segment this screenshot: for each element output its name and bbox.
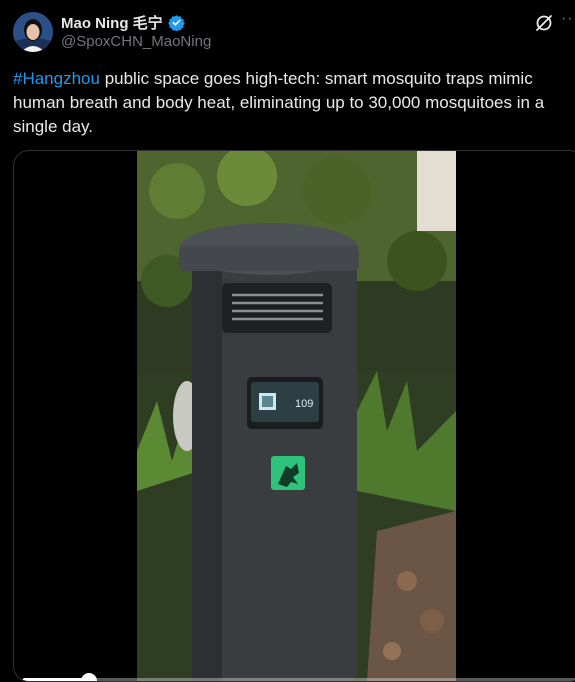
video-progress-fill — [22, 678, 90, 681]
author-name-row[interactable]: Mao Ning 毛宁 — [61, 12, 185, 33]
avatar[interactable] — [13, 12, 53, 52]
video-player[interactable]: 109 — [13, 150, 575, 682]
video-progress-bar[interactable] — [22, 673, 575, 681]
video-frame: 109 — [137, 151, 456, 681]
display-name[interactable]: Mao Ning 毛宁 — [61, 12, 163, 33]
video-progress-handle[interactable] — [81, 673, 98, 681]
more-options-button[interactable]: ··· — [561, 10, 575, 28]
author-handle[interactable]: @SpoxCHN_MaoNing — [61, 33, 211, 50]
person-avatar-icon — [13, 12, 53, 52]
hashtag-link[interactable]: #Hangzhou — [13, 69, 100, 88]
grok-icon — [536, 15, 552, 31]
grok-button[interactable] — [533, 12, 555, 34]
verified-badge-icon — [167, 15, 185, 31]
svg-text:109: 109 — [295, 398, 313, 410]
tweet-text: #Hangzhou public space goes high-tech: s… — [13, 67, 569, 139]
